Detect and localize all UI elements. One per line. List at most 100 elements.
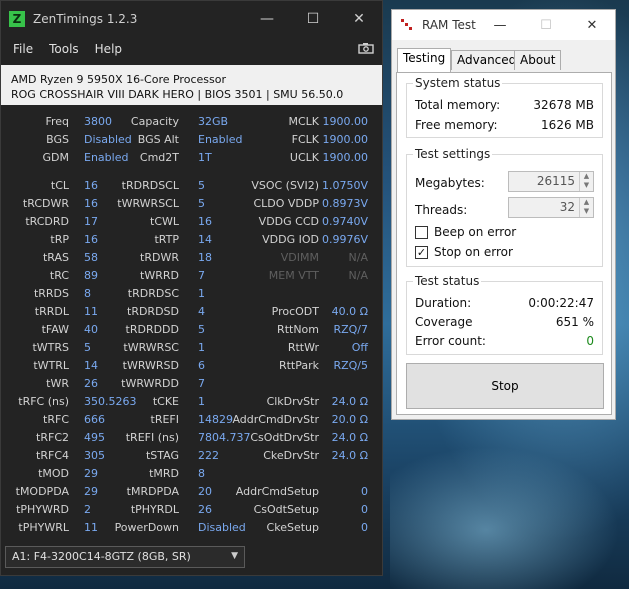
close-button[interactable]: ✕ — [336, 1, 382, 37]
timing-value: 0.8973V — [321, 197, 368, 210]
timing-label: tSTAG — [145, 449, 179, 462]
timing-value: N/A — [348, 251, 368, 264]
menu-help[interactable]: Help — [87, 42, 130, 56]
ramtest-close-button[interactable]: ✕ — [569, 10, 615, 40]
timing-value: 0 — [361, 485, 368, 498]
cpu-name: AMD Ryzen 9 5950X 16-Core Processor — [11, 73, 226, 86]
coverage-label: Coverage — [415, 315, 473, 329]
timing-value: 40.0 Ω — [331, 305, 368, 318]
timing-label: RttNom — [277, 323, 319, 336]
timing-label: tPHYWRL — [18, 521, 69, 534]
timing-value: 17 — [84, 215, 98, 228]
stop-on-error-label: Stop on error — [434, 245, 513, 259]
timing-value: 1T — [198, 151, 212, 164]
timing-label: CLDO VDDP — [253, 197, 319, 210]
timing-label: VDIMM — [280, 251, 319, 264]
total-memory-label: Total memory: — [415, 98, 501, 112]
beep-on-error-checkbox[interactable]: Beep on error — [415, 225, 516, 239]
test-settings-title: Test settings — [413, 147, 493, 161]
timing-value: 11 — [84, 521, 98, 534]
megabytes-input[interactable]: 26115 ▲ ▼ — [508, 171, 594, 192]
total-memory-row: Total memory: 32678 MB — [415, 98, 594, 114]
duration-row: Duration: 0:00:22:47 — [415, 296, 594, 312]
timing-value: 2 — [84, 503, 91, 516]
timing-value: 16 — [84, 197, 98, 210]
timing-label: tPHYWRD — [16, 503, 69, 516]
timing-label: Freq — [45, 115, 69, 128]
maximize-button[interactable]: ☐ — [290, 1, 336, 37]
timing-value: 1900.00 — [322, 115, 369, 128]
megabytes-label: Megabytes: — [415, 176, 485, 190]
timing-value: Off — [351, 341, 368, 354]
timing-label: tCWL — [150, 215, 179, 228]
threads-value: 32 — [559, 200, 575, 214]
test-status-title: Test status — [413, 274, 482, 288]
timing-value: N/A — [348, 269, 368, 282]
stop-on-error-checkbox[interactable]: ✓ Stop on error — [415, 245, 513, 259]
chevron-down-icon: ▼ — [231, 551, 238, 561]
timing-value: 0 — [361, 503, 368, 516]
checkbox-checked-icon[interactable]: ✓ — [415, 245, 428, 259]
free-memory-label: Free memory: — [415, 118, 498, 132]
timing-label: tFAW — [41, 323, 69, 336]
menu-file[interactable]: File — [5, 42, 41, 56]
module-select[interactable]: A1: F4-3200C14-8GTZ (8GB, SR) ▼ — [5, 546, 245, 568]
checkbox-unchecked-icon[interactable] — [415, 225, 428, 239]
module-select-value: A1: F4-3200C14-8GTZ (8GB, SR) — [12, 550, 191, 563]
system-info-panel: AMD Ryzen 9 5950X 16-Core Processor ROG … — [1, 65, 382, 105]
minimize-button[interactable]: — — [244, 1, 290, 37]
timing-value: 1 — [198, 341, 205, 354]
testing-panel: System status Total memory: 32678 MB Fre… — [396, 72, 612, 415]
timing-value: 3800 — [84, 115, 112, 128]
timing-value: 305 — [84, 449, 105, 462]
timing-value: 1900.00 — [322, 151, 369, 164]
zentimings-titlebar[interactable]: Z ZenTimings 1.2.3 — ☐ ✕ — [1, 1, 382, 37]
stop-button[interactable]: Stop — [406, 363, 604, 409]
timing-label: tPHYRDL — [130, 503, 179, 516]
timing-value: 14829 — [198, 413, 233, 426]
zentimings-window: Z ZenTimings 1.2.3 — ☐ ✕ File Tools Help… — [0, 0, 383, 576]
timing-label: CkeDrvStr — [263, 449, 319, 462]
timing-label: VSOC (SVI2) — [251, 179, 319, 192]
timing-value: 24.0 Ω — [331, 449, 368, 462]
timing-label: AddrCmdDrvStr — [232, 413, 319, 426]
timing-label: tRRDS — [33, 287, 69, 300]
timing-value: 7804.737 — [198, 431, 251, 444]
timing-value: 24.0 Ω — [331, 395, 368, 408]
camera-icon[interactable] — [358, 42, 374, 54]
timing-value: 7 — [198, 269, 205, 282]
free-memory-row: Free memory: 1626 MB — [415, 118, 594, 134]
threads-input[interactable]: 32 ▲ ▼ — [508, 197, 594, 218]
timing-value: 222 — [198, 449, 219, 462]
timing-label: tWRWRSCL — [117, 197, 179, 210]
timing-label: RttPark — [278, 359, 319, 372]
timing-label: tWTRS — [32, 341, 69, 354]
timing-value: 8 — [198, 467, 205, 480]
error-count-label: Error count: — [415, 334, 486, 348]
tab-about[interactable]: About — [514, 50, 562, 70]
test-settings-group: Test settings Megabytes: 26115 ▲ ▼ Thread… — [406, 147, 603, 267]
tab-testing[interactable]: Testing — [397, 48, 452, 72]
timings-grid: Freq 3800 Capacity 32GB MCLK 1900.00 BGS Disabl… — [1, 105, 382, 535]
timing-label: CsOdtSetup — [253, 503, 319, 516]
timing-label: VDDG CCD — [258, 215, 319, 228]
timing-label: tRDRDDD — [125, 323, 179, 336]
timing-label: tRDRDSC — [127, 287, 179, 300]
ramtest-window: RAM Test — ☐ ✕ Testing Advanced About Sy… — [391, 9, 616, 420]
board-info: ROG CROSSHAIR VIII DARK HERO | BIOS 3501… — [11, 88, 344, 101]
duration-label: Duration: — [415, 296, 472, 310]
threads-spin-icon[interactable]: ▲ ▼ — [579, 198, 593, 217]
ramtest-minimize-button[interactable]: — — [477, 10, 523, 40]
timing-value: 14 — [198, 233, 212, 246]
ramtest-titlebar[interactable]: RAM Test — ☐ ✕ — [392, 10, 615, 40]
zentimings-footer: A1: F4-3200C14-8GTZ (8GB, SR) ▼ — [1, 537, 382, 577]
timing-value: 6 — [198, 359, 205, 372]
timing-label: BGS Alt — [137, 133, 179, 146]
tab-advanced[interactable]: Advanced — [451, 50, 523, 70]
megabytes-spin-icon[interactable]: ▲ ▼ — [579, 172, 593, 191]
timing-value: Disabled — [198, 521, 246, 534]
timing-label: tRCDWR — [22, 197, 69, 210]
timing-value: 58 — [84, 251, 98, 264]
tab-strip: Testing Advanced About — [392, 48, 615, 73]
menu-tools[interactable]: Tools — [41, 42, 87, 56]
